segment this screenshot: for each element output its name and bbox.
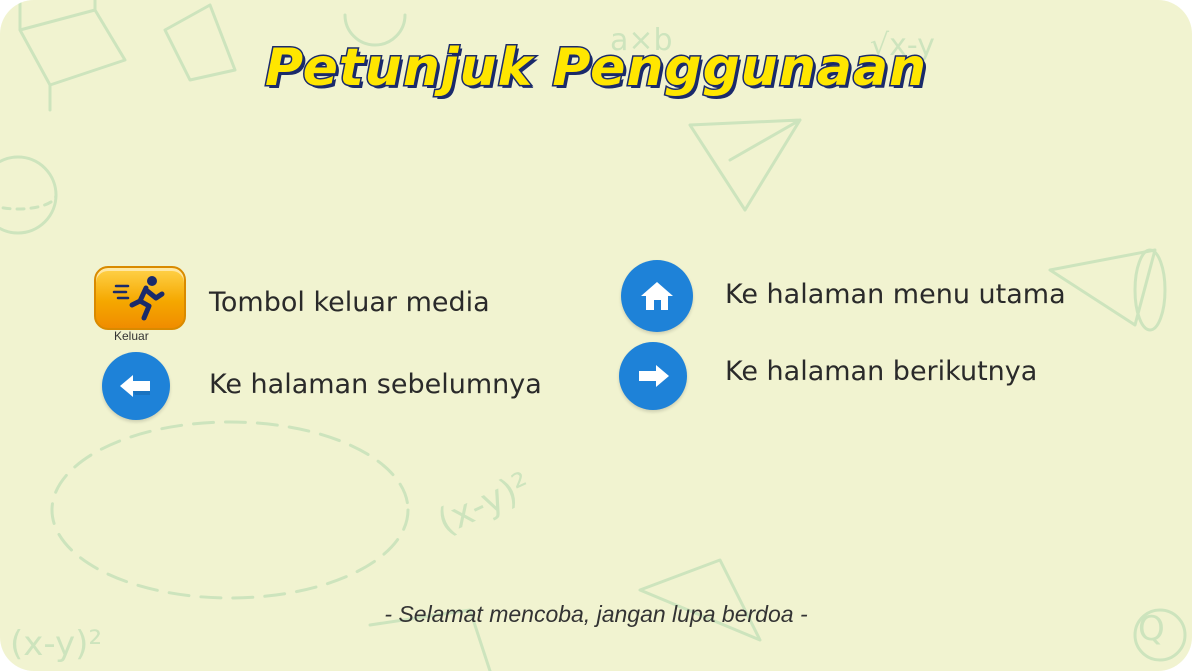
page-title: Petunjuk Penggunaan xyxy=(263,37,928,100)
exit-button[interactable] xyxy=(94,266,186,330)
help-label-back: Ke halaman sebelumnya xyxy=(209,369,542,400)
arrow-left-icon xyxy=(120,375,150,397)
home-button[interactable] xyxy=(621,260,693,332)
help-label-home: Ke halaman menu utama xyxy=(725,279,1066,310)
footer-message: - Selamat mencoba, jangan lupa berdoa - xyxy=(384,601,808,627)
exit-button-caption: Keluar xyxy=(114,329,149,343)
help-label-next: Ke halaman berikutnya xyxy=(725,356,1038,387)
doodle-square-2: (x-y)² xyxy=(10,624,102,664)
help-label-exit: Tombol keluar media xyxy=(209,287,490,318)
math-doodle-background: a×b √x-y (x-y)² (x-y)² Q xyxy=(0,0,1187,671)
doodle-square: (x-y)² xyxy=(431,465,537,543)
back-button[interactable] xyxy=(102,352,170,420)
home-icon xyxy=(641,282,673,310)
next-button[interactable] xyxy=(619,342,687,410)
exit-running-icon xyxy=(112,276,165,321)
arrow-right-icon xyxy=(639,365,669,387)
instructions-panel: a×b √x-y (x-y)² (x-y)² Q Petunjuk Penggu… xyxy=(0,0,1192,671)
